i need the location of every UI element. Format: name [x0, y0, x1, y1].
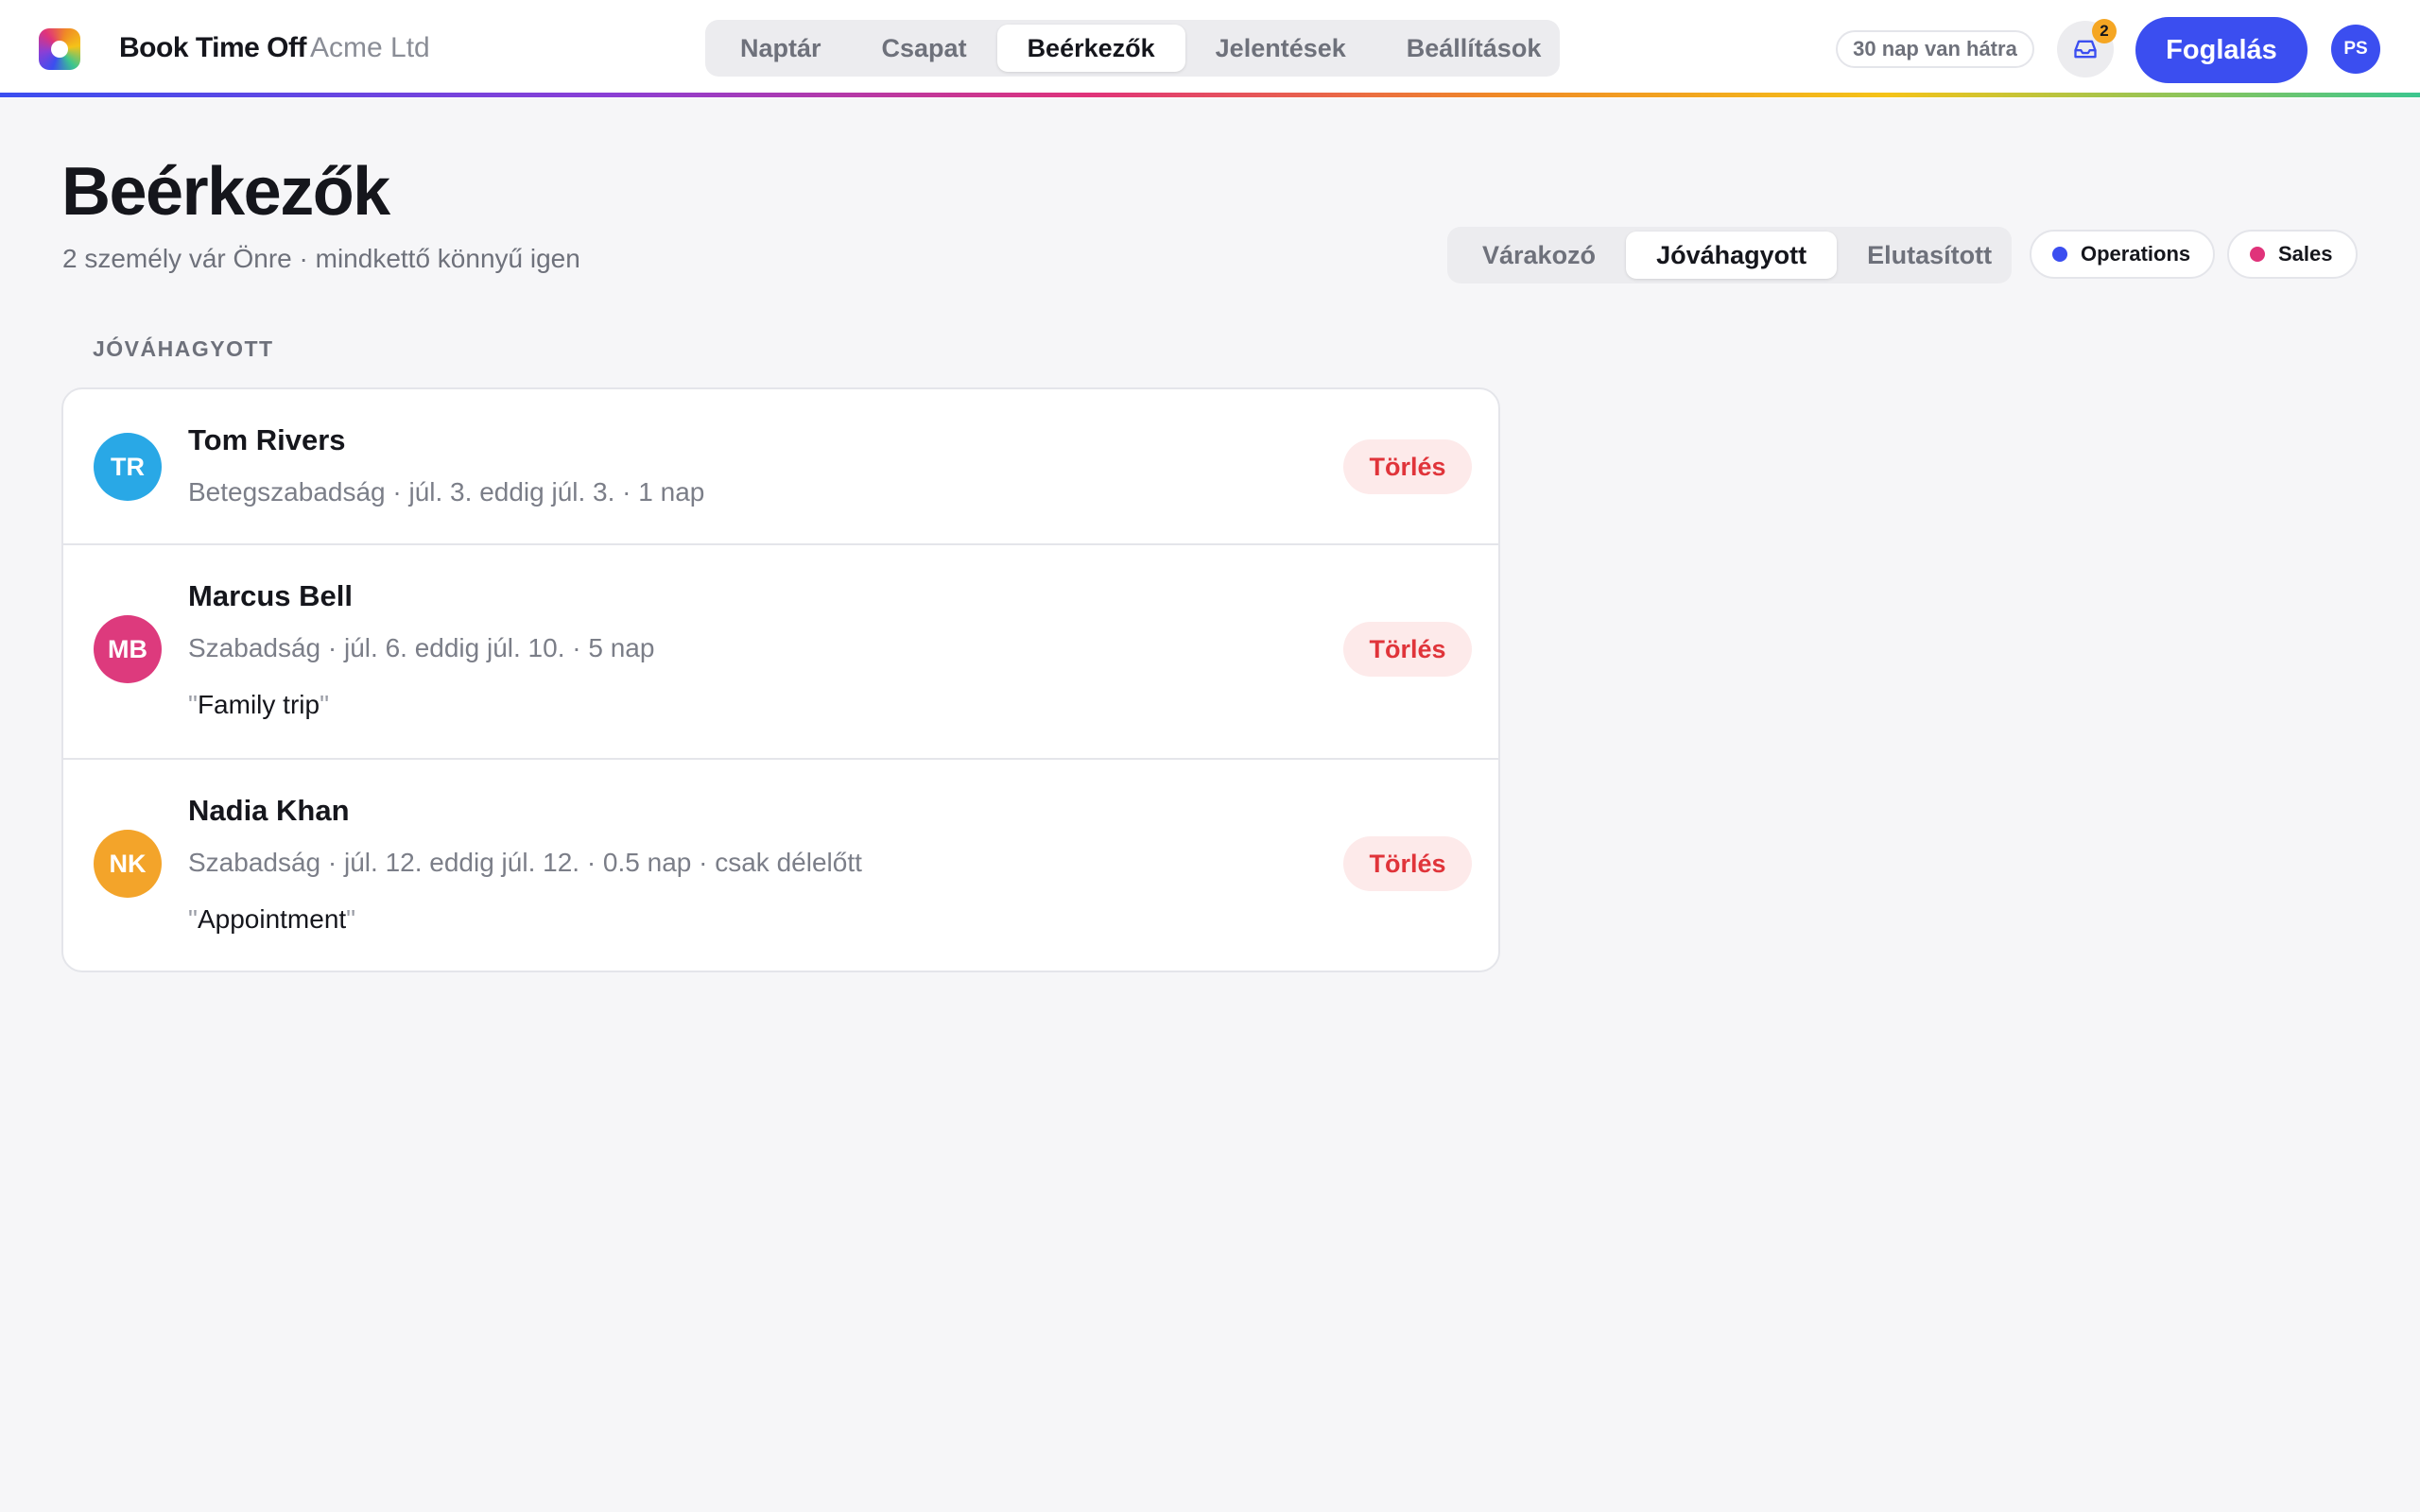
section-label: JÓVÁHAGYOTT: [93, 336, 274, 361]
team-color-dot-icon: [2052, 247, 2067, 262]
list-item: TR Tom Rivers Betegszabadság · júl. 3. e…: [63, 389, 1498, 545]
tab-inbox[interactable]: Beérkezők: [996, 25, 1185, 72]
request-meta: Szabadság · júl. 12. eddig júl. 12. · 0.…: [188, 848, 862, 877]
team-chip-operations[interactable]: Operations: [2030, 230, 2216, 279]
book-button[interactable]: Foglalás: [2135, 17, 2308, 83]
request-meta: Betegszabadság · júl. 3. eddig júl. 3. ·…: [188, 477, 705, 507]
days-left-badge: 30 nap van hátra: [1836, 30, 2034, 68]
team-color-dot-icon: [2250, 247, 2265, 262]
requester-name: Nadia Khan: [188, 794, 350, 827]
delete-button[interactable]: Törlés: [1343, 836, 1472, 891]
request-meta: Szabadság · júl. 6. eddig júl. 10. · 5 n…: [188, 633, 655, 662]
avatar: MB: [94, 615, 162, 683]
top-bar: Book Time Off Acme Ltd Naptár Csapat Beé…: [0, 0, 2420, 98]
page-subtitle: 2 személy vár Önre · mindkettő könnyű ig…: [62, 244, 580, 273]
inbox-tray-icon: [2074, 40, 2097, 59]
app-logo-icon[interactable]: [39, 28, 80, 70]
user-avatar[interactable]: PS: [2331, 25, 2380, 74]
delete-button[interactable]: Törlés: [1343, 439, 1472, 494]
inbox-count-badge: 2: [2092, 19, 2117, 43]
team-chip-label: Sales: [2278, 242, 2333, 266]
filter-pending[interactable]: Várakozó: [1452, 232, 1626, 279]
header-accent-line: [0, 93, 2420, 97]
request-note: "Family trip": [188, 690, 330, 719]
app-brand: Book Time Off: [119, 32, 306, 63]
team-chip-label: Operations: [2081, 242, 2191, 266]
avatar: TR: [94, 433, 162, 501]
filter-rejected[interactable]: Elutasított: [1837, 232, 2022, 279]
requester-name: Marcus Bell: [188, 579, 354, 612]
tab-reports[interactable]: Jelentések: [1185, 25, 1376, 72]
request-list: TR Tom Rivers Betegszabadság · júl. 3. e…: [61, 387, 1500, 972]
filter-approved[interactable]: Jóváhagyott: [1626, 232, 1838, 279]
page-title: Beérkezők: [61, 154, 390, 230]
tab-team[interactable]: Csapat: [852, 25, 997, 72]
request-note: "Appointment": [188, 904, 356, 934]
main-nav: Naptár Csapat Beérkezők Jelentések Beáll…: [705, 20, 1560, 77]
tab-calendar[interactable]: Naptár: [710, 25, 852, 72]
tab-settings[interactable]: Beállítások: [1376, 25, 1572, 72]
request-note-text: Appointment: [197, 904, 347, 934]
avatar: NK: [94, 830, 162, 898]
request-note-text: Family trip: [197, 690, 320, 719]
org-name: Acme Ltd: [310, 32, 430, 63]
team-chip-sales[interactable]: Sales: [2227, 230, 2358, 279]
status-filter: Várakozó Jóváhagyott Elutasított: [1447, 227, 2012, 284]
list-item: MB Marcus Bell Szabadság · júl. 6. eddig…: [63, 543, 1498, 758]
delete-button[interactable]: Törlés: [1343, 622, 1472, 677]
list-item: NK Nadia Khan Szabadság · júl. 12. eddig…: [63, 758, 1498, 971]
requester-name: Tom Rivers: [188, 423, 346, 456]
